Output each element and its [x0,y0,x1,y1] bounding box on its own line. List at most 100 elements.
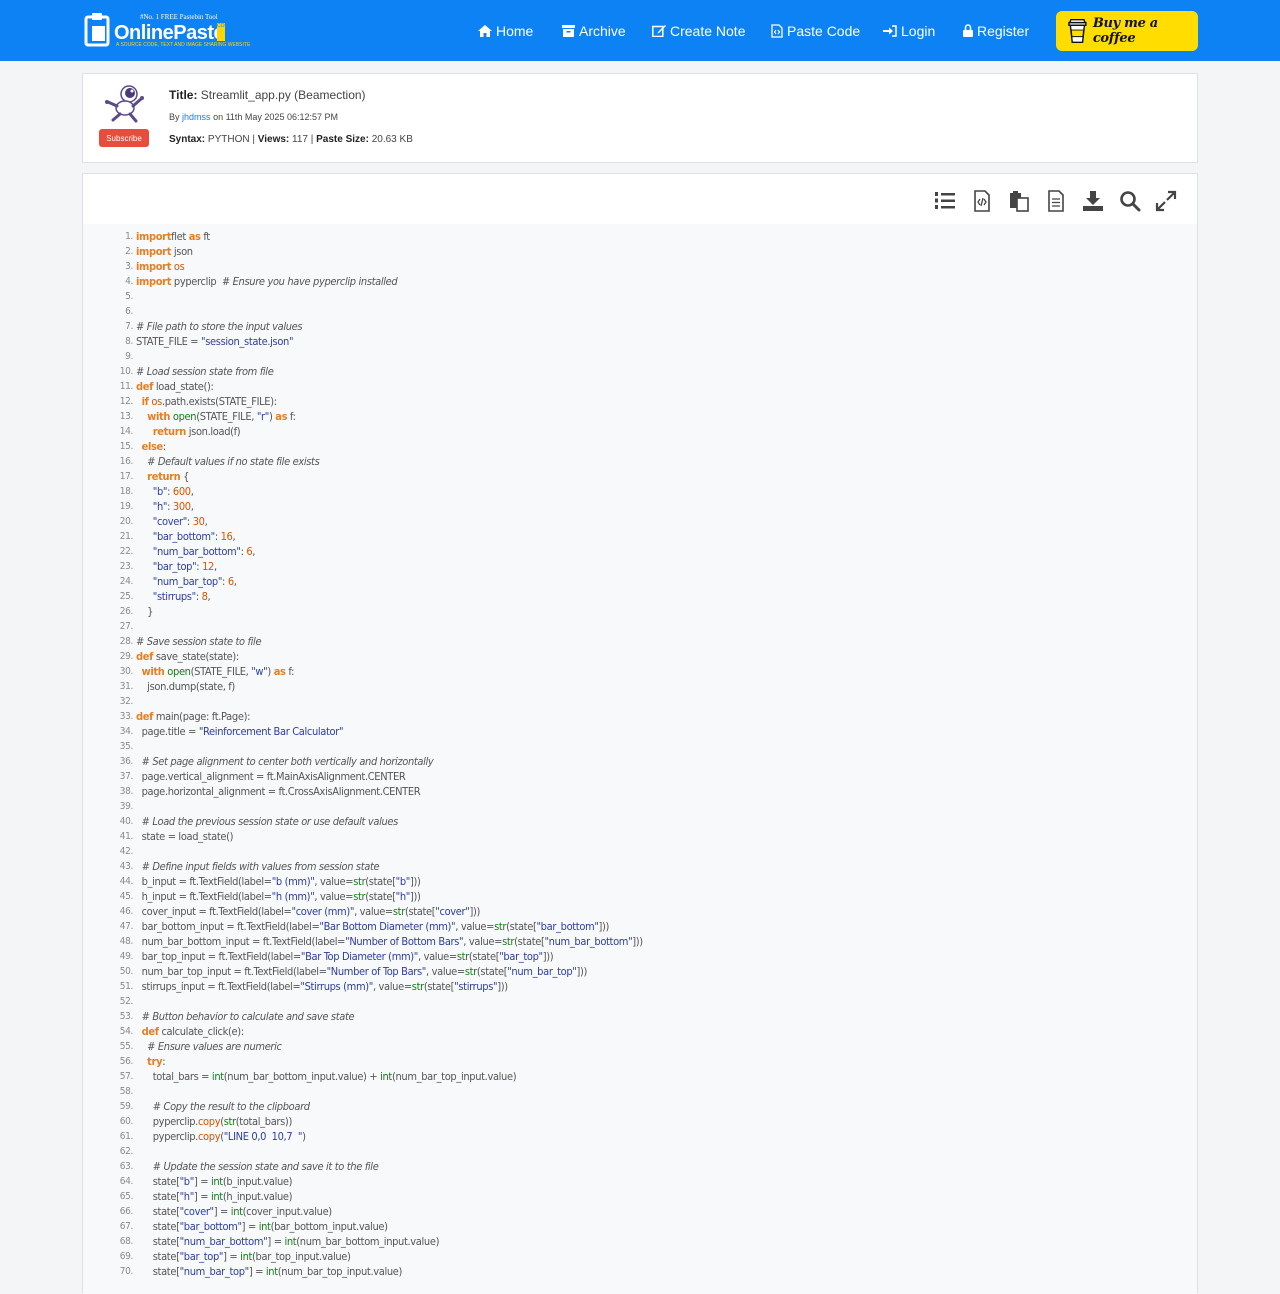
code-text: with open(STATE_FILE, "r") as f: [147,410,296,423]
code-text: if os.path.exists(STATE_FILE): [141,395,277,408]
code-line: 16. # Default values if no state file ex… [83,454,1197,469]
code-line: 20. "cover": 30, [83,514,1197,529]
nav-archive[interactable]: Archive [562,0,626,61]
nav-home[interactable]: Home [478,0,533,61]
code-text: import json [136,245,193,258]
code-line: 57. total_bars = int(num_bar_bottom_inpu… [83,1069,1197,1084]
buy-me-a-coffee-button[interactable]: Buy me a coffee [1056,11,1198,51]
line-number: 67. [119,1221,134,1232]
line-number: 48. [119,936,134,947]
download-icon[interactable] [1082,190,1104,212]
code-line: 18. "b": 600, [83,484,1197,499]
line-number: 9. [125,351,133,362]
code-text: try: [147,1055,166,1068]
code-line: 28. # Save session state to file [83,634,1197,649]
code-line: 26. } [83,604,1197,619]
brand-tagline: #No. 1 FREE Pastebin Tool [140,13,218,21]
line-number: 26. [119,606,134,617]
code-text: importflet as ft [136,230,210,243]
line-numbers-icon[interactable] [934,190,956,212]
views-label: Views: [257,134,290,145]
code-text: # Define input fields with values from s… [141,860,380,873]
brand-com: COM [217,23,229,41]
line-number: 60. [119,1116,134,1127]
line-number: 18. [119,486,134,497]
code-text: page.vertical_alignment = ft.MainAxisAli… [136,770,406,783]
code-line: 41. state = load_state() [83,829,1197,844]
code-line: 39. [83,799,1197,814]
code-line: 42. [83,844,1197,859]
line-number: 35. [119,741,134,752]
nav-login[interactable]: Login [883,0,935,61]
code-text: "bar_bottom": 16, [152,530,236,543]
code-text: # Load the previous session state or use… [141,815,399,828]
line-number: 27. [119,621,134,632]
code-line: 15. else: [83,439,1197,454]
line-number: 40. [119,816,134,827]
code-text: import os [136,260,185,273]
astronaut-avatar-icon [105,85,144,123]
code-line: 12. if os.path.exists(STATE_FILE): [83,394,1197,409]
line-number: 56. [119,1056,134,1067]
nav-register[interactable]: Register [963,0,1029,61]
line-number: 19. [119,501,134,512]
navbar: #No. 1 FREE Pastebin Tool OnlinePaste CO… [0,0,1280,61]
site-logo[interactable]: #No. 1 FREE Pastebin Tool OnlinePaste CO… [84,11,250,49]
raw-text-icon[interactable] [1045,190,1067,212]
code-line: 47. bar_bottom_input = ft.TextField(labe… [83,919,1197,934]
code-text: # File path to store the input values [136,320,303,333]
line-number: 16. [119,456,134,467]
nav-paste-code-label: Paste Code [787,22,861,39]
line-number: 47. [119,921,134,932]
line-number: 7. [125,321,133,332]
code-text: def calculate_click(e): [141,1025,245,1038]
nav-paste-code[interactable]: Paste Code [771,0,860,61]
code-line: 8. STATE_FILE = "session_state.json" [83,334,1197,349]
paste-title-row: Title: Streamlit_app.py (Beamection) [169,88,366,102]
subscribe-button[interactable]: Subscribe [99,129,149,147]
code-text: state["h"] = int(h_input.value) [136,1190,293,1203]
code-line: 44. b_input = ft.TextField(label="b (mm)… [83,874,1197,889]
code-area[interactable]: 1. importflet as ft 2. import json 3. import … [83,224,1197,1294]
code-line: 66. state["cover"] = int(cover_input.val… [83,1204,1197,1219]
code-line: 67. state["bar_bottom"] = int(bar_bottom… [83,1219,1197,1234]
view-source-icon[interactable] [971,190,993,212]
code-line: 60. pyperclip.copy(str(total_bars)) [83,1114,1197,1129]
line-number: 10. [119,366,134,377]
code-line: 3. import os [83,259,1197,274]
line-number: 11. [119,381,134,392]
search-icon[interactable] [1119,190,1141,212]
code-line: 1. importflet as ft [83,229,1197,244]
nav-create-note-label: Create Note [670,22,746,39]
code-line: 59. # Copy the result to the clipboard [83,1099,1197,1114]
line-number: 57. [119,1071,134,1082]
code-text: "stirrups": 8, [152,590,211,603]
code-line: 11. def load_state(): [83,379,1197,394]
code-line: 30. with open(STATE_FILE, "w") as f: [83,664,1197,679]
code-line: 48. num_bar_bottom_input = ft.TextField(… [83,934,1197,949]
line-number: 41. [119,831,134,842]
line-number: 45. [119,891,134,902]
code-text: total_bars = int(num_bar_bottom_input.va… [136,1070,517,1083]
code-text: stirrups_input = ft.TextField(label="Sti… [136,980,509,993]
nav-create-note[interactable]: Create Note [652,0,745,61]
code-text: h_input = ft.TextField(label="h (mm)", v… [136,890,421,903]
code-line: 24. "num_bar_top": 6, [83,574,1197,589]
line-number: 63. [119,1161,134,1172]
code-line: 14. return json.load(f) [83,424,1197,439]
fullscreen-icon[interactable] [1155,190,1177,212]
line-number: 28. [119,636,134,647]
code-text: "cover": 30, [152,515,208,528]
code-file-icon [771,23,783,38]
code-text: num_bar_bottom_input = ft.TextField(labe… [136,935,644,948]
line-number: 8. [125,336,133,347]
line-number: 62. [119,1146,134,1157]
author-link[interactable]: jhdmss [182,112,211,122]
copy-icon[interactable] [1008,190,1030,212]
syntax-value: PYTHON [207,134,250,145]
code-line: 9. [83,349,1197,364]
code-text: } [136,605,154,618]
home-icon [478,24,492,37]
code-line: 34. page.title = "Reinforcement Bar Calc… [83,724,1197,739]
line-number: 22. [119,546,134,557]
